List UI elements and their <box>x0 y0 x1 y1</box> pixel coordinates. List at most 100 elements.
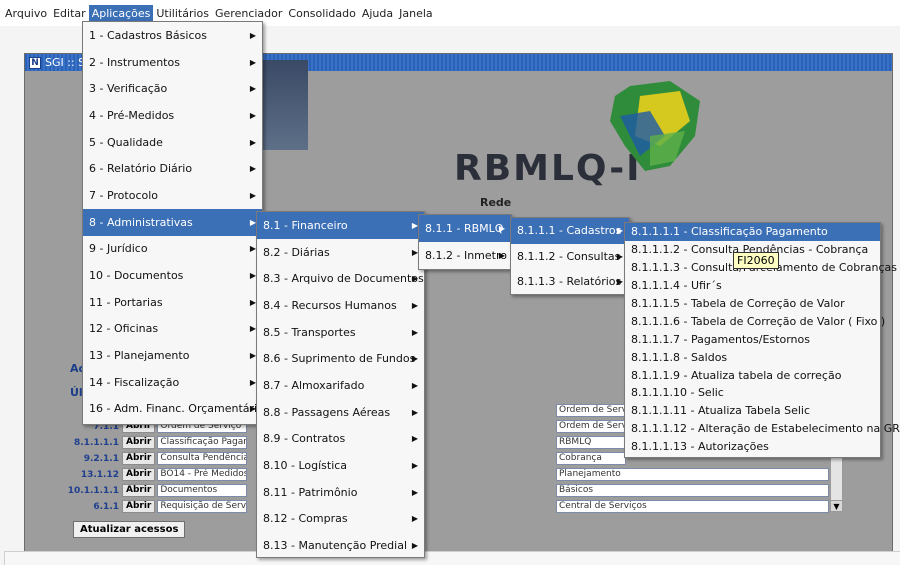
menu-item[interactable]: 8.12 - Compras ▶ <box>257 506 424 533</box>
recent-desc: Requisição de Servi <box>157 500 248 513</box>
open-button[interactable]: Abrir <box>122 500 156 513</box>
menu-item[interactable]: 13 - Planejamento ▶ <box>83 342 262 369</box>
menu-utilitarios[interactable]: Utilitários <box>153 5 212 22</box>
recent-code: 8.1.1.1.1 <box>74 437 119 448</box>
recent-code: 9.2.1.1 <box>83 453 119 464</box>
menu-item[interactable]: 8.3 - Arquivo de Documentos ▶ <box>257 265 424 292</box>
menu-item-label: 14 - Fiscalização <box>89 375 180 389</box>
menu-item-label: 8.1.1.1.13 - Autorizações <box>631 440 769 454</box>
submenu-arrow-icon: ▶ <box>249 30 256 40</box>
menu-item[interactable]: 8.1.2 - Inmetro ▶ <box>419 242 511 269</box>
menu-arquivo[interactable]: Arquivo <box>2 5 50 22</box>
menu-item[interactable]: 8.10 - Logística ▶ <box>257 452 424 479</box>
menu-item[interactable]: 8.8 - Passagens Aéreas ▶ <box>257 399 424 426</box>
menu-item-label: 8.6 - Suprimento de Fundos <box>263 352 416 366</box>
menu-item-label: 8.12 - Compras <box>263 512 348 526</box>
menu-item[interactable]: 8.5 - Transportes ▶ <box>257 319 424 346</box>
submenu-arrow-icon: ▶ <box>411 434 418 444</box>
menu-item[interactable]: 8.1.1.1.12 - Alteração de Estabeleciment… <box>625 420 900 438</box>
menu-item[interactable]: 8.1.1.1.5 - Tabela de Correção de Valor <box>625 295 880 313</box>
menu-item-label: 8.1.1.3 - Relatórios <box>517 275 622 289</box>
menu-item-label: 8.3 - Arquivo de Documentos <box>263 272 424 286</box>
menu-aplicacoes[interactable]: Aplicações <box>88 4 154 22</box>
scroll-down-icon[interactable]: ▼ <box>831 500 842 511</box>
menu-item[interactable]: 8.1.1.1.13 - Autorizações <box>625 438 880 456</box>
menu-item-selected[interactable]: 8.1 - Financeiro ▶ <box>257 212 424 239</box>
menu-item-label: 5 - Qualidade <box>89 135 163 149</box>
recent-desc: Classificação Pagan <box>157 436 248 449</box>
submenu-arrow-icon: ▶ <box>616 277 623 287</box>
menu-item-selected[interactable]: 8.1.1.1 - Cadastros ▶ <box>511 218 629 244</box>
menu-item[interactable]: 8.1.1.1.9 - Atualiza tabela de correção <box>625 366 880 384</box>
menu-item[interactable]: 8.9 - Contratos ▶ <box>257 426 424 453</box>
brand-subtitle: Rede <box>480 196 512 209</box>
menu-item[interactable]: 8.4 - Recursos Humanos ▶ <box>257 292 424 319</box>
refresh-access-button[interactable]: Atualizar acessos <box>73 521 186 538</box>
brazil-map-logo <box>610 81 700 171</box>
menu-item[interactable]: 5 - Qualidade ▶ <box>83 129 262 156</box>
submenu-arrow-icon: ▶ <box>411 380 418 390</box>
recent-area-field: Básicos <box>556 484 829 497</box>
menu-item[interactable]: 8.1.1.2 - Consultas ▶ <box>511 244 629 270</box>
applications-menu: 1 - Cadastros Básicos ▶ 2 - Instrumentos ▶… <box>82 21 264 425</box>
menu-item[interactable]: 4 - Pré-Medidos ▶ <box>83 102 262 129</box>
menu-item-label: 8.1.1.1.12 - Alteração de Estabeleciment… <box>631 422 900 436</box>
open-button[interactable]: Abrir <box>122 436 156 449</box>
menu-item[interactable]: 8.1.1.3 - Relatórios ▶ <box>511 269 629 295</box>
menu-item[interactable]: 1 - Cadastros Básicos ▶ <box>83 22 262 49</box>
menu-item[interactable]: 8.1.1.1.10 - Selic <box>625 384 880 402</box>
menu-item-label: 12 - Oficinas <box>89 322 159 336</box>
menu-item[interactable]: 7 - Protocolo ▶ <box>83 182 262 209</box>
menu-item[interactable]: 2 - Instrumentos ▶ <box>83 49 262 76</box>
submenu-arrow-icon: ▶ <box>411 514 418 524</box>
menu-item[interactable]: 16 - Adm. Financ. Orçamentária ▶ <box>83 396 264 423</box>
menu-janela[interactable]: Janela <box>396 5 436 22</box>
menu-item[interactable]: 11 - Portarias ▶ <box>83 289 262 316</box>
open-button[interactable]: Abrir <box>122 468 156 481</box>
recent-area-field: Ordem de Servi <box>556 404 626 417</box>
submenu-arrow-icon: ▶ <box>411 407 418 417</box>
menu-item[interactable]: 8.13 - Manutenção Predial ▶ <box>257 532 424 559</box>
menu-item[interactable]: 10 - Documentos ▶ <box>83 262 262 289</box>
menu-gerenciador[interactable]: Gerenciador <box>212 5 285 22</box>
menu-item-label: 2 - Instrumentos <box>89 55 180 69</box>
menu-consolidado[interactable]: Consolidado <box>285 5 358 22</box>
menu-item-selected[interactable]: 8.1.1.1.1 - Classificação Pagamento <box>625 223 880 241</box>
recent-area-field: Planejamento <box>556 468 829 481</box>
menu-item[interactable]: 8.1.1.1.4 - Ufir´s <box>625 277 880 295</box>
menu-item[interactable]: 8.1.1.1.7 - Pagamentos/Estornos <box>625 330 880 348</box>
menu-item-selected[interactable]: 8 - Administrativas ▶ <box>83 208 262 236</box>
submenu-arrow-icon: ▶ <box>249 57 256 67</box>
menu-editar[interactable]: Editar <box>50 5 89 22</box>
submenu-arrow-icon: ▶ <box>411 327 418 337</box>
menu-item[interactable]: 6 - Relatório Diário ▶ <box>83 155 262 182</box>
open-button[interactable]: Abrir <box>122 452 156 465</box>
menu-item[interactable]: 3 - Verificação ▶ <box>83 75 262 102</box>
menu-item[interactable]: 8.7 - Almoxarifado ▶ <box>257 372 424 399</box>
menu-item-label: 8.5 - Transportes <box>263 325 356 339</box>
recent-row: 9.2.1.1 Abrir Consulta Pendência <box>64 452 248 465</box>
recent-area-field: Cobrança <box>556 452 626 465</box>
menu-item[interactable]: 8.1.1.1.11 - Atualiza Tabela Selic <box>625 402 880 420</box>
menu-item[interactable]: 8.2 - Diárias ▶ <box>257 239 424 266</box>
menu-item-label: 6 - Relatório Diário <box>89 162 193 176</box>
recent-row: 8.1.1.1.1 Abrir Classificação Pagan <box>64 436 248 449</box>
menu-item[interactable]: 8.6 - Suprimento de Fundos ▶ <box>257 345 424 372</box>
menu-item-label: 8.11 - Patrimônio <box>263 485 358 499</box>
submenu-arrow-icon: ▶ <box>411 274 418 284</box>
menu-item-label: 8.4 - Recursos Humanos <box>263 298 397 312</box>
submenu-arrow-icon: ▶ <box>616 226 623 236</box>
menu-item-label: 4 - Pré-Medidos <box>89 108 175 122</box>
menu-ajuda[interactable]: Ajuda <box>359 5 396 22</box>
menu-item[interactable]: 14 - Fiscalização ▶ <box>83 369 262 396</box>
open-button[interactable]: Abrir <box>122 484 156 497</box>
menu-item[interactable]: 9 - Jurídico ▶ <box>83 236 262 263</box>
submenu-arrow-icon: ▶ <box>498 251 505 260</box>
submenu-arrow-icon: ▶ <box>411 300 418 310</box>
menu-item-label: 8.1.1.2 - Consultas <box>517 249 621 263</box>
menu-item[interactable]: 8.1.1.1.6 - Tabela de Correção de Valor … <box>625 312 885 330</box>
menu-item-selected[interactable]: 8.1.1 - RBMLQ ▶ <box>419 215 511 242</box>
menu-item[interactable]: 8.11 - Patrimônio ▶ <box>257 479 424 506</box>
menu-item[interactable]: 12 - Oficinas ▶ <box>83 316 262 343</box>
menu-item[interactable]: 8.1.1.1.8 - Saldos <box>625 348 880 366</box>
